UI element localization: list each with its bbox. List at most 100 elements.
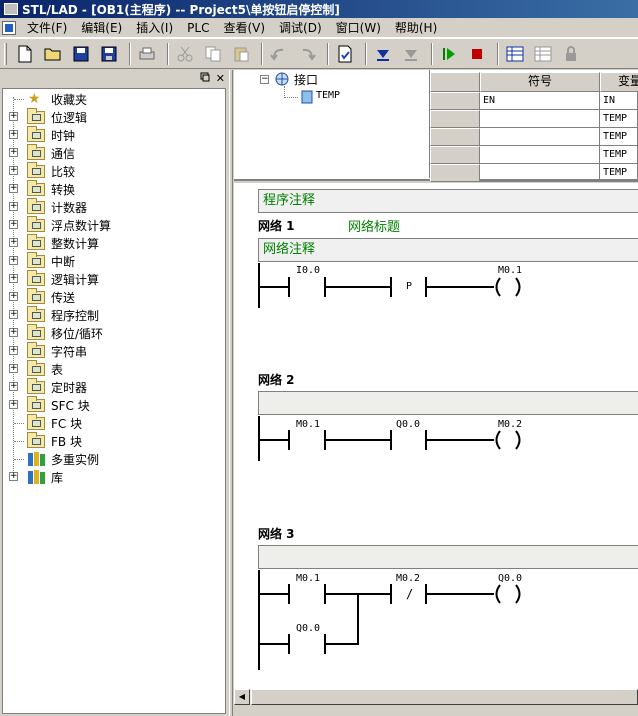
interface-root-label[interactable]: 接口 <box>294 71 318 88</box>
row-header[interactable] <box>430 110 480 128</box>
run-icon[interactable] <box>437 42 461 66</box>
network-3-parallel-address[interactable]: Q0.0 <box>296 623 320 634</box>
expand-icon[interactable]: + <box>9 166 18 175</box>
expand-icon[interactable]: + <box>9 220 18 229</box>
network-1-title[interactable]: 网络标题 <box>348 216 400 235</box>
row-header[interactable] <box>430 146 480 164</box>
symbol-cell[interactable] <box>480 128 600 146</box>
column-header-variable[interactable]: 变量 <box>600 72 638 92</box>
paste-icon[interactable] <box>229 42 253 66</box>
network-2-contact-1-address[interactable]: M0.1 <box>296 419 320 430</box>
tree-item[interactable]: + 整数计算 <box>3 234 223 252</box>
tree-item[interactable]: + 程序控制 <box>3 306 223 324</box>
expand-icon[interactable]: + <box>9 256 18 265</box>
save-icon[interactable] <box>69 42 93 66</box>
tree-item[interactable]: + 逻辑计算 <box>3 270 223 288</box>
variable-type-cell[interactable]: TEMP <box>600 128 638 146</box>
tree-item[interactable]: + 表 <box>3 360 223 378</box>
tree-item[interactable]: + 字符串 <box>3 342 223 360</box>
expand-icon[interactable]: + <box>9 310 18 319</box>
new-icon[interactable] <box>13 42 37 66</box>
pin-icon[interactable] <box>200 72 210 85</box>
network-2-contact-2-address[interactable]: Q0.0 <box>396 419 420 430</box>
lock-icon[interactable] <box>559 42 583 66</box>
expand-icon[interactable]: + <box>9 148 18 157</box>
menu-view[interactable]: 查看(V) <box>216 19 272 36</box>
network-3-ladder[interactable] <box>258 570 558 672</box>
save-all-icon[interactable] <box>97 42 121 66</box>
row-header[interactable] <box>430 128 480 146</box>
instruction-tree[interactable]: ★ 收藏夹 + 位逻辑 + 时钟 + 通信 + 比较 + 转换 + 计数器 + 浮点数计算 + 整数计算 + 中断 + 逻… <box>2 88 226 714</box>
network-3-contact-1-address[interactable]: M0.1 <box>296 573 320 584</box>
row-header[interactable] <box>430 164 480 182</box>
program-comment[interactable]: 程序注释 <box>258 189 638 213</box>
row-header[interactable] <box>430 92 480 110</box>
tree-item[interactable]: + 中断 <box>3 252 223 270</box>
expand-icon[interactable]: + <box>9 364 18 373</box>
network-1-contact-address[interactable]: I0.0 <box>296 265 320 276</box>
collapse-toggle[interactable]: − <box>260 75 269 84</box>
open-icon[interactable] <box>41 42 65 66</box>
menu-debug[interactable]: 调试(D) <box>272 19 329 36</box>
variable-type-cell[interactable]: TEMP <box>600 110 638 128</box>
temp-label[interactable]: TEMP <box>316 90 340 101</box>
network-1-label[interactable]: 网络 1 <box>258 217 295 234</box>
network-1-comment[interactable]: 网络注释 <box>258 238 638 262</box>
expand-icon[interactable]: + <box>9 382 18 391</box>
tree-item[interactable]: + 移位/循环 <box>3 324 223 342</box>
stop-icon[interactable] <box>465 42 489 66</box>
undo-icon[interactable] <box>267 42 291 66</box>
menu-help[interactable]: 帮助(H) <box>388 19 444 36</box>
tree-item[interactable]: + 转换 <box>3 180 223 198</box>
expand-icon[interactable]: + <box>9 130 18 139</box>
expand-icon[interactable]: + <box>9 328 18 337</box>
variable-type-cell[interactable]: IN <box>600 92 638 110</box>
expand-icon[interactable]: + <box>9 400 18 409</box>
symbol-cell[interactable] <box>480 146 600 164</box>
upload-icon[interactable] <box>399 42 423 66</box>
document-icon[interactable] <box>2 20 16 35</box>
download-icon[interactable] <box>371 42 395 66</box>
tree-item[interactable]: 多重实例 <box>3 450 223 468</box>
menu-plc[interactable]: PLC <box>180 21 216 35</box>
print-icon[interactable] <box>135 42 159 66</box>
copy-icon[interactable] <box>201 42 225 66</box>
network-2-coil-address[interactable]: M0.2 <box>498 419 522 430</box>
lad-editor[interactable]: 程序注释 网络 1 网络标题 网络注释 I0.0 P M0.1 网络 2 M0.… <box>234 183 638 688</box>
variable-type-cell[interactable]: TEMP <box>600 146 638 164</box>
tree-item[interactable]: + 定时器 <box>3 378 223 396</box>
expand-icon[interactable]: + <box>9 238 18 247</box>
program-status-icon[interactable] <box>531 42 555 66</box>
close-icon[interactable]: ✕ <box>216 72 225 85</box>
expand-icon[interactable]: + <box>9 112 18 121</box>
menu-insert[interactable]: 插入(I) <box>129 19 180 36</box>
compile-icon[interactable] <box>333 42 357 66</box>
symbol-cell[interactable]: EN <box>480 92 600 110</box>
network-1-coil-address[interactable]: M0.1 <box>498 265 522 276</box>
network-2-label[interactable]: 网络 2 <box>258 371 295 388</box>
tree-item[interactable]: ★ 收藏夹 <box>3 90 223 108</box>
tree-item[interactable]: + 通信 <box>3 144 223 162</box>
menu-file[interactable]: 文件(F) <box>20 19 74 36</box>
toolbar-grip[interactable] <box>4 42 7 65</box>
tree-item[interactable]: + 比较 <box>3 162 223 180</box>
expand-icon[interactable]: + <box>9 346 18 355</box>
expand-icon[interactable]: + <box>9 472 18 481</box>
expand-icon[interactable]: + <box>9 292 18 301</box>
tree-item[interactable]: + 时钟 <box>3 126 223 144</box>
network-2-comment[interactable] <box>258 391 638 415</box>
window-title-bar[interactable]: STL/LAD - [OB1(主程序) -- Project5\单按钮启停控制] <box>0 0 638 18</box>
network-3-label[interactable]: 网络 3 <box>258 525 295 542</box>
pane-splitter[interactable] <box>229 70 233 716</box>
tree-item[interactable]: + 计数器 <box>3 198 223 216</box>
menu-edit[interactable]: 编辑(E) <box>74 19 129 36</box>
expand-icon[interactable]: + <box>9 202 18 211</box>
tree-item[interactable]: FB 块 <box>3 432 223 450</box>
tree-item[interactable]: + 位逻辑 <box>3 108 223 126</box>
network-3-contact-2-address[interactable]: M0.2 <box>396 573 420 584</box>
menu-window[interactable]: 窗口(W) <box>329 19 388 36</box>
cut-icon[interactable] <box>173 42 197 66</box>
redo-icon[interactable] <box>295 42 319 66</box>
horizontal-scrollbar[interactable]: ◀ <box>234 688 638 705</box>
tree-item[interactable]: + 库 <box>3 468 223 486</box>
